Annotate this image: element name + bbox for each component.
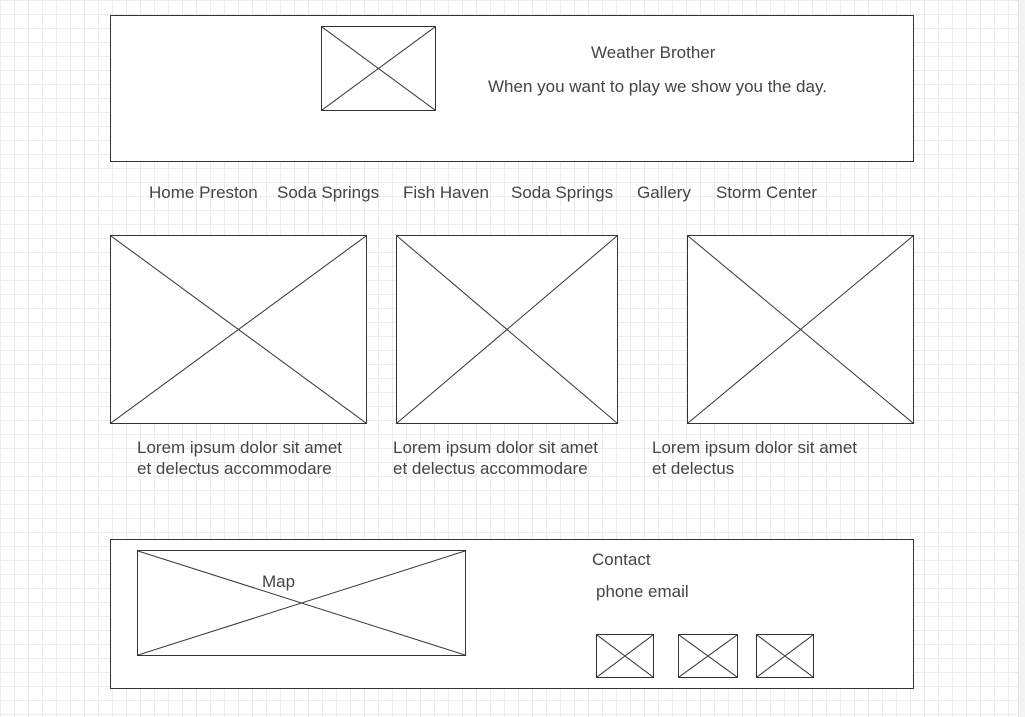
card-caption: Lorem ipsum dolor sit amet et delectus a…	[137, 437, 342, 479]
card-image-placeholder-icon	[110, 235, 367, 424]
nav-link-home-preston[interactable]: Home Preston	[149, 182, 258, 204]
card-caption-line: et delectus accommodare	[393, 459, 588, 478]
contact-heading: Contact	[592, 550, 651, 569]
nav-link-gallery[interactable]: Gallery	[637, 182, 691, 204]
card-image-placeholder-icon	[396, 235, 618, 424]
card-caption-line: et delectus accommodare	[137, 459, 332, 478]
card-caption: Lorem ipsum dolor sit amet et delectus a…	[393, 437, 598, 479]
card-caption-line: Lorem ipsum dolor sit amet	[137, 438, 343, 457]
canvas-scroll-edge	[1018, 0, 1025, 717]
contact-details: phone email	[596, 582, 689, 601]
map-label: Map	[262, 572, 296, 591]
nav-link-soda-springs[interactable]: Soda Springs	[277, 182, 379, 204]
nav-link-storm-center[interactable]: Storm Center	[716, 182, 817, 204]
card-caption-line: Lorem ipsum dolor sit amet	[652, 438, 858, 457]
nav-link-soda-springs-2[interactable]: Soda Springs	[511, 182, 613, 204]
card-caption-line: et delectus	[652, 459, 735, 478]
card-image-placeholder-icon	[687, 235, 914, 424]
nav-link-fish-haven[interactable]: Fish Haven	[403, 182, 489, 204]
logo-placeholder-icon	[321, 26, 436, 111]
social-link-icon[interactable]	[756, 634, 814, 678]
social-link-icon[interactable]	[596, 634, 654, 678]
map-placeholder[interactable]	[137, 550, 466, 656]
site-title: Weather Brother	[591, 43, 716, 62]
card-caption: Lorem ipsum dolor sit amet et delectus	[652, 437, 857, 479]
site-tagline: When you want to play we show you the da…	[488, 77, 827, 96]
social-link-icon[interactable]	[678, 634, 738, 678]
card-caption-line: Lorem ipsum dolor sit amet	[393, 438, 599, 457]
